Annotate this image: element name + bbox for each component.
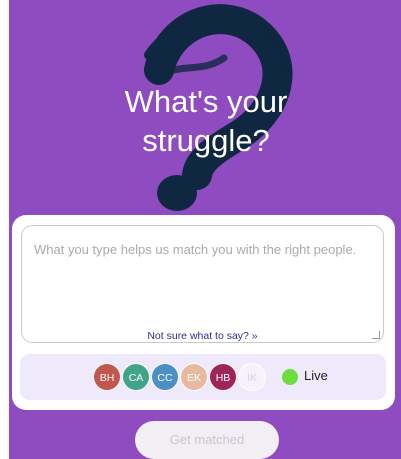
live-status-dot-icon (282, 369, 298, 385)
not-sure-link[interactable]: Not sure what to say? » (22, 330, 383, 342)
avatar: EK (180, 363, 208, 391)
avatar: BH (93, 363, 121, 391)
avatar: HB (209, 363, 237, 391)
avatar: CA (122, 363, 150, 391)
avatar: IK (238, 363, 266, 391)
live-status-label: Live (304, 368, 328, 383)
onboarding-screen: What's your struggle? What you type help… (9, 0, 401, 459)
get-matched-button[interactable]: Get matched (135, 421, 279, 459)
avatar: CC (151, 363, 179, 391)
struggle-textarea[interactable]: What you type helps us match you with th… (21, 225, 384, 343)
page-title-line-1: What's your (124, 84, 288, 119)
page-title: What's your struggle? (9, 82, 401, 160)
struggle-placeholder: What you type helps us match you with th… (34, 242, 357, 257)
struggle-card: What you type helps us match you with th… (12, 215, 395, 410)
page-title-line-2: struggle? (142, 123, 270, 158)
live-members-bar: BH CA CC EK HB IK Live (20, 354, 386, 400)
resize-handle-icon[interactable] (372, 331, 380, 339)
